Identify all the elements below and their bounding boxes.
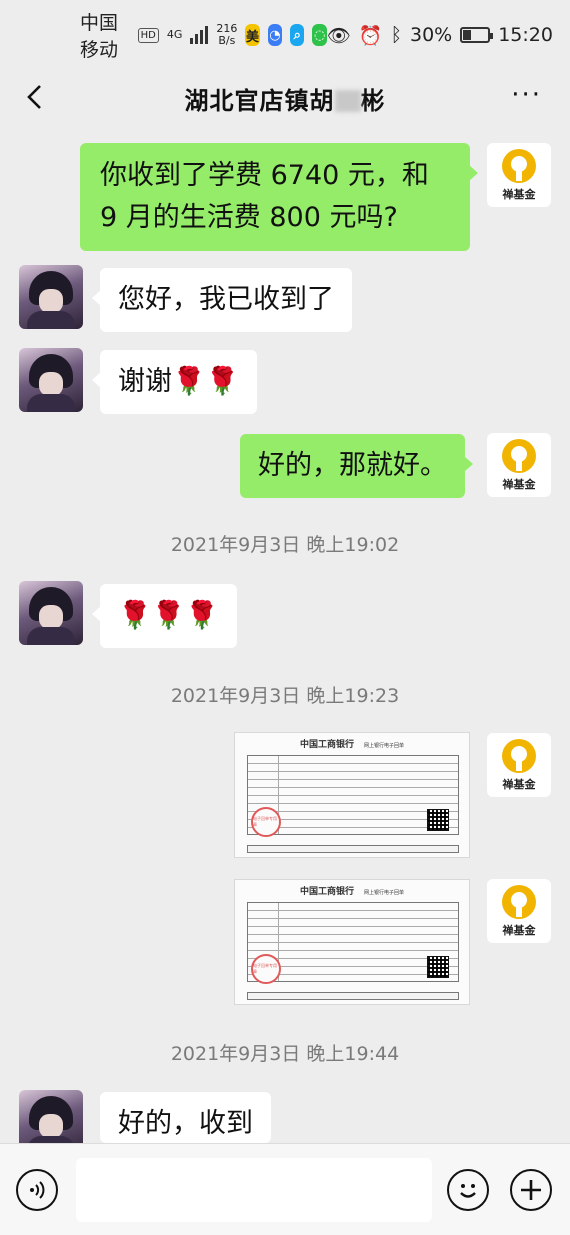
message-bubble-sent[interactable]: 好的，那就好。: [240, 434, 473, 498]
signal-icon: [190, 26, 209, 44]
logo-icon: [502, 738, 536, 773]
timestamp: 2021年9月3日 晚上19:44: [170, 1043, 400, 1065]
avatar-label: 禅基金: [502, 777, 536, 791]
message-bubble-received[interactable]: 🌹🌹🌹: [92, 584, 237, 648]
chat-title-part2: 彬: [360, 86, 386, 115]
avatar-label: 禅基金: [502, 923, 536, 937]
status-right: 👁 ⏰ ᛒ 30% 15:20: [327, 24, 553, 47]
my-avatar[interactable]: 禅基金: [487, 879, 551, 943]
timestamp: 2021年9月3日 晚上19:23: [170, 685, 400, 707]
status-bar: 中国移动 HD 4G 216 B/s 美 ◔ ⌕ ◌ 👁 ⏰ ᛒ 30% 15:2…: [0, 0, 570, 70]
chat-title: 湖北官店镇胡彬: [185, 81, 386, 116]
receipt-subtitle: 网上银行电子回单: [364, 890, 405, 896]
smiley-icon: [460, 1184, 476, 1198]
message-text-line1: 你收到了学费 6740 元，和: [100, 160, 429, 191]
receipt-subtitle: 网上银行电子回单: [364, 743, 405, 749]
message-bubble-received[interactable]: 您好，我已收到了: [92, 268, 352, 332]
message-bubble-sent[interactable]: 你收到了学费 6740 元，和 9 月的生活费 800 元吗?: [80, 143, 478, 251]
receipt-stamp: 电子回单专用章: [251, 954, 281, 984]
receipt-image[interactable]: 中国工商银行 网上银行电子回单 电子回单专用章: [234, 879, 470, 1005]
receipt-bank-name: 中国工商银行: [299, 740, 354, 750]
message-app-icon: ◌: [312, 24, 327, 46]
battery-label: 30%: [409, 24, 453, 46]
logo-icon: [502, 148, 536, 183]
hd-badge: HD: [137, 27, 159, 43]
plus-icon: [521, 1180, 541, 1200]
redacted-mark: [334, 89, 361, 112]
avatar-label: 禅基金: [502, 187, 536, 201]
clock: 15:20: [498, 24, 553, 46]
receipt-image[interactable]: 中国工商银行 网上银行电子回单 电子回单专用章: [234, 732, 470, 858]
voice-input-button[interactable]: [16, 1169, 58, 1211]
rose-emoji: 🌹🌹: [172, 366, 240, 397]
qr-code-icon: [427, 956, 449, 978]
logo-icon: [502, 884, 536, 919]
eye-icon: 👁: [326, 24, 351, 47]
message-text-line2: 9 月的生活费 800 元吗?: [100, 202, 398, 233]
network-type: 4G: [166, 28, 183, 41]
logo-icon: [502, 438, 536, 473]
input-bar: [0, 1143, 570, 1235]
receipt-footer: [247, 845, 459, 853]
chat-header: 湖北官店镇胡彬 ···: [0, 70, 570, 126]
chat-title-part1: 湖北官店镇胡: [184, 86, 335, 115]
message-bubble-received[interactable]: 好的，收到: [100, 1092, 271, 1143]
battery-icon: [460, 27, 494, 43]
alarm-icon: ⏰: [358, 24, 383, 47]
emoji-button[interactable]: [447, 1169, 489, 1211]
bluetooth-icon: ᛒ: [390, 24, 402, 46]
carrier-label: 中国移动: [80, 12, 119, 61]
receipt-stamp: 电子回单专用章: [251, 807, 281, 837]
receipt-footer: [247, 992, 459, 1000]
timestamp: 2021年9月3日 晚上19:02: [170, 534, 400, 556]
more-options-icon[interactable]: ···: [511, 82, 542, 108]
contact-avatar[interactable]: [19, 348, 83, 412]
contact-avatar[interactable]: [19, 581, 83, 645]
my-avatar[interactable]: 禅基金: [487, 143, 551, 207]
search-app-icon: ⌕: [290, 24, 305, 46]
qr-code-icon: [427, 809, 449, 831]
add-button[interactable]: [510, 1169, 552, 1211]
contact-avatar[interactable]: [19, 265, 83, 329]
meituan-icon: 美: [245, 24, 260, 46]
qq-icon: ◔: [267, 24, 283, 46]
my-avatar[interactable]: 禅基金: [487, 433, 551, 497]
my-avatar[interactable]: 禅基金: [487, 733, 551, 797]
receipt-bank-name: 中国工商银行: [299, 887, 354, 897]
message-input[interactable]: [76, 1158, 432, 1222]
voice-icon: [30, 1181, 45, 1199]
back-arrow-icon[interactable]: [22, 82, 52, 112]
network-speed: 216 B/s: [216, 22, 238, 47]
avatar-label: 禅基金: [502, 477, 536, 491]
message-text: 谢谢: [118, 366, 172, 397]
status-left: 中国移动 HD 4G 216 B/s 美 ◔ ⌕ ◌: [80, 8, 327, 62]
message-bubble-received[interactable]: 谢谢🌹🌹: [91, 350, 258, 414]
